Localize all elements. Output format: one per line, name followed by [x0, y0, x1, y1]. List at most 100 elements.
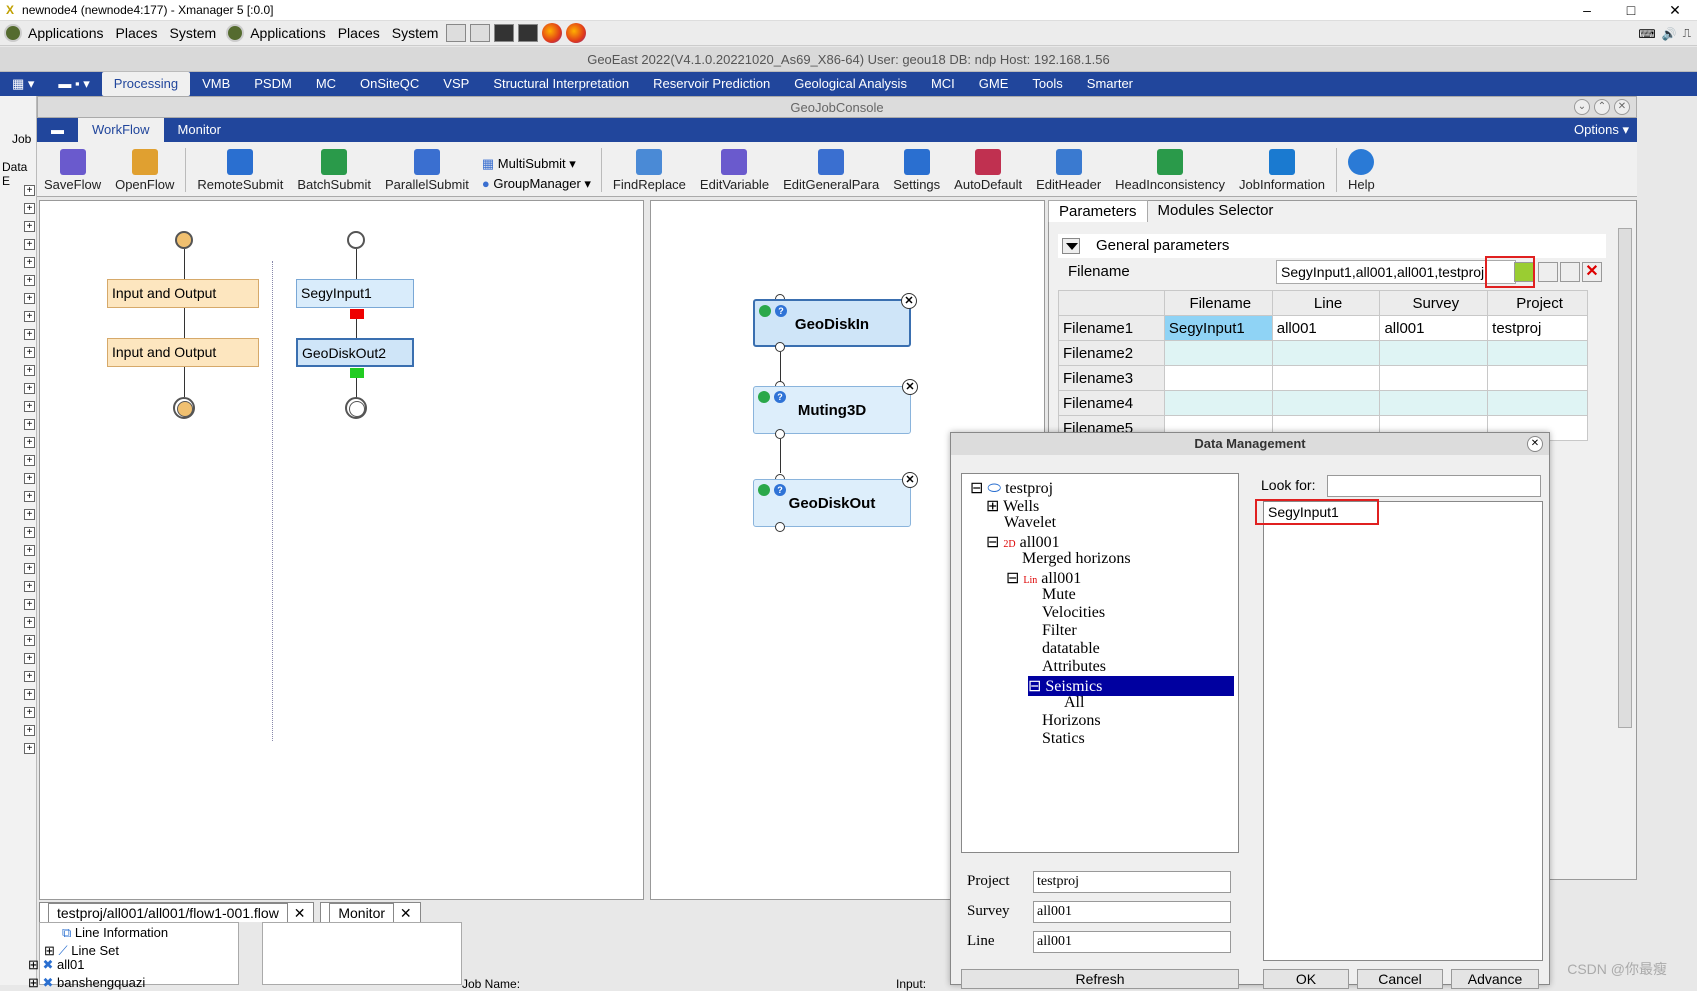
findreplace-button[interactable]: FindReplace: [606, 149, 693, 192]
table-cell[interactable]: [1379, 390, 1489, 416]
advance-button[interactable]: Advance: [1451, 969, 1539, 989]
table-cell[interactable]: all001: [1379, 315, 1489, 341]
tree-expander-icon[interactable]: +: [24, 689, 35, 700]
power-icon[interactable]: [759, 305, 771, 317]
menu-geological-analysis[interactable]: Geological Analysis: [782, 72, 919, 96]
geodiskout2-node[interactable]: GeoDiskOut2: [296, 338, 414, 367]
tree-node-wavelet[interactable]: Wavelet: [1004, 514, 1056, 532]
tree-node-filter[interactable]: Filter: [1042, 622, 1077, 640]
help-icon[interactable]: ?: [774, 391, 786, 403]
keyboard-icon[interactable]: ⌨: [1638, 27, 1655, 41]
collapse-icon[interactable]: ⌄: [1574, 99, 1590, 115]
menu-processing[interactable]: Processing: [101, 72, 191, 96]
segyinput-node[interactable]: SegyInput1: [296, 279, 414, 308]
tree-expander-icon[interactable]: +: [24, 527, 35, 538]
output-port[interactable]: [775, 429, 785, 439]
tab-parameters[interactable]: Parameters: [1048, 200, 1148, 222]
tree-node-wells[interactable]: ⊞ Wells: [986, 496, 1039, 516]
groupmanager-button[interactable]: ● GroupManager ▾: [482, 176, 591, 192]
cancel-button[interactable]: Cancel: [1357, 969, 1443, 989]
menu-onsiteqc[interactable]: OnSiteQC: [348, 72, 431, 96]
tree-node-statics[interactable]: Statics: [1042, 730, 1085, 748]
close-icon[interactable]: ✕: [1614, 99, 1630, 115]
settings-button[interactable]: Settings: [886, 149, 947, 192]
gnome-system-menu[interactable]: System: [170, 25, 217, 41]
saveflow-button[interactable]: SaveFlow: [37, 149, 108, 192]
tab-monitor[interactable]: Monitor: [164, 118, 235, 142]
batchsubmit-button[interactable]: BatchSubmit: [290, 149, 378, 192]
collapse-triangle-icon[interactable]: [1062, 238, 1080, 254]
close-icon[interactable]: ✕: [1527, 436, 1543, 452]
muting3d-node[interactable]: ? Muting3D ✕: [753, 379, 918, 434]
options-menu[interactable]: Options ▾: [1574, 122, 1629, 138]
tree-expander-icon[interactable]: +: [24, 473, 35, 484]
look-for-input[interactable]: [1327, 475, 1541, 497]
tree-expander-icon[interactable]: +: [24, 365, 35, 376]
output-port[interactable]: [775, 342, 785, 352]
general-parameters-section[interactable]: General parameters: [1058, 234, 1606, 258]
refresh-button[interactable]: Refresh: [961, 969, 1239, 989]
menu-tools[interactable]: Tools: [1020, 72, 1074, 96]
network-icon[interactable]: ⎍: [1683, 26, 1691, 41]
power-icon[interactable]: [758, 484, 770, 496]
table-cell[interactable]: [1163, 390, 1273, 416]
menu-vmb[interactable]: VMB: [190, 72, 242, 96]
menu-layout-icon[interactable]: ▦ ▾: [0, 72, 46, 96]
tree-item-line-information[interactable]: ⧉ Line Information: [62, 925, 168, 941]
tree-expander-icon[interactable]: +: [24, 491, 35, 502]
input-output-node-1[interactable]: Input and Output: [107, 279, 259, 308]
menu-mc[interactable]: MC: [304, 72, 348, 96]
jobinformation-button[interactable]: JobInformation: [1232, 149, 1332, 192]
delete-icon[interactable]: ✕: [1582, 262, 1602, 282]
tree-node-attributes[interactable]: Attributes: [1042, 658, 1106, 676]
menu-psdm[interactable]: PSDM: [242, 72, 304, 96]
input-output-node-2[interactable]: Input and Output: [107, 338, 259, 367]
table-cell[interactable]: [1487, 390, 1588, 416]
autodefault-button[interactable]: AutoDefault: [947, 149, 1029, 192]
tree-expander-icon[interactable]: +: [24, 653, 35, 664]
help-icon[interactable]: ?: [775, 305, 787, 317]
flow-canvas-left[interactable]: Input and Output Input and Output SegyIn…: [39, 200, 644, 900]
geodiskin-node[interactable]: ? GeoDiskIn ✕: [753, 293, 917, 347]
tree-node-all001[interactable]: ⊟ 2D all001: [986, 532, 1060, 552]
tree-expander-icon[interactable]: +: [24, 383, 35, 394]
firefox-icon[interactable]: [566, 23, 587, 43]
tree-expander-icon[interactable]: +: [24, 203, 35, 214]
tree-node-datatable[interactable]: datatable: [1042, 640, 1100, 658]
table-cell[interactable]: testproj: [1487, 315, 1588, 341]
list-icon[interactable]: [1538, 262, 1558, 282]
tree-expander-icon[interactable]: +: [24, 455, 35, 466]
flow-end-node[interactable]: [345, 397, 367, 419]
tree-node-velocities[interactable]: Velocities: [1042, 604, 1105, 622]
close-icon[interactable]: ✕: [1653, 0, 1697, 21]
help-icon[interactable]: ?: [774, 484, 786, 496]
tree-item-banshengquazi[interactable]: ⊞ ✖ banshengquazi: [28, 975, 145, 991]
tree-expander-icon[interactable]: +: [24, 401, 35, 412]
volume-icon[interactable]: 🔊: [1662, 27, 1677, 41]
result-list[interactable]: SegyInput1: [1263, 501, 1543, 961]
close-icon[interactable]: ✕: [902, 379, 918, 395]
table-cell[interactable]: [1163, 365, 1273, 391]
gnome-places-menu[interactable]: Places: [116, 25, 158, 41]
close-icon[interactable]: ✕: [902, 472, 918, 488]
headinconsistency-button[interactable]: HeadInconsistency: [1108, 149, 1232, 192]
geodiskout-node[interactable]: ? GeoDiskOut ✕: [753, 472, 918, 527]
tree-expander-icon[interactable]: +: [24, 419, 35, 430]
tree-node-line-all001[interactable]: ⊟ Lin all001: [1006, 568, 1081, 588]
project-field[interactable]: testproj: [1033, 871, 1231, 893]
tree-node-seismics[interactable]: ⊟ Seismics: [1028, 676, 1234, 696]
table-row[interactable]: Filename1 SegyInput1 all001 all001 testp…: [1058, 315, 1588, 341]
table-cell[interactable]: [1163, 340, 1273, 366]
openflow-button[interactable]: OpenFlow: [108, 149, 181, 192]
tree-expander-icon[interactable]: +: [24, 725, 35, 736]
tree-expander-icon[interactable]: +: [24, 671, 35, 682]
tree-expander-icon[interactable]: +: [24, 509, 35, 520]
menu-structural-interpretation[interactable]: Structural Interpretation: [481, 72, 641, 96]
ok-button[interactable]: OK: [1263, 969, 1349, 989]
gnome-system-menu-2[interactable]: System: [392, 25, 439, 41]
tree-item-all01[interactable]: ⊞ ✖ all01: [28, 957, 85, 973]
text-editor-icon[interactable]: [446, 24, 467, 42]
survey-field[interactable]: all001: [1033, 901, 1231, 923]
tree-node-horizons[interactable]: Horizons: [1042, 712, 1101, 730]
tree-node-testproj[interactable]: ⊟ ⬭ testproj: [970, 478, 1053, 498]
